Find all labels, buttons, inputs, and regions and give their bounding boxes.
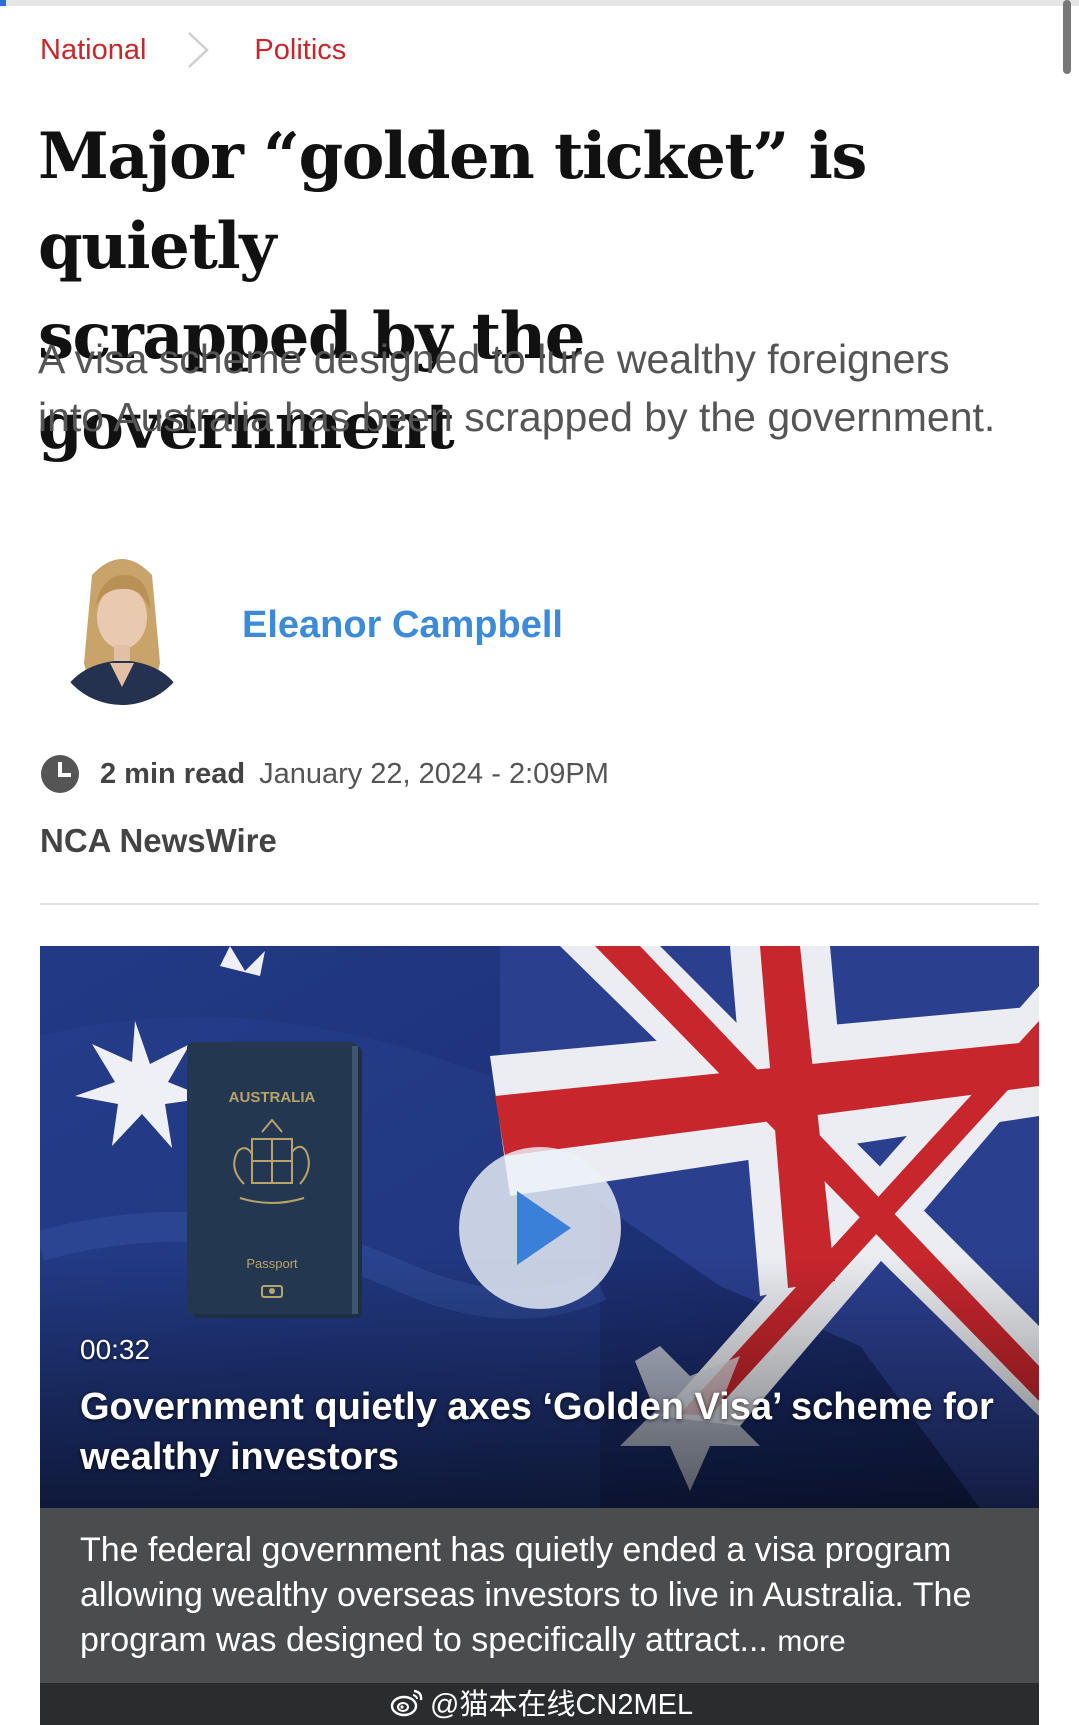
watermark-text: @猫本在线CN2MEL xyxy=(430,1689,694,1721)
reading-progress-fill xyxy=(0,0,6,6)
video-duration: 00:32 xyxy=(80,1334,151,1365)
article-source: NCA NewsWire xyxy=(40,822,277,859)
clock-icon xyxy=(40,754,80,794)
play-button[interactable] xyxy=(459,1147,621,1309)
chevron-right-icon xyxy=(168,30,228,70)
breadcrumb-national[interactable]: National xyxy=(40,34,146,67)
video-caption-text: The federal government has quietly ended… xyxy=(80,1528,1010,1664)
breadcrumb: National Politics xyxy=(40,30,346,70)
article-meta: 2 min read January 22, 2024 - 2:09PM xyxy=(40,752,609,796)
article-standfirst: A visa scheme designed to lure wealthy f… xyxy=(38,336,996,440)
video-player[interactable]: AUSTRALIA Passport 00:32 Government quie… xyxy=(40,946,1039,1508)
play-icon xyxy=(517,1191,571,1265)
weibo-icon xyxy=(390,1689,423,1717)
headline-line-1: Major “golden ticket” is quietly xyxy=(38,119,867,284)
publish-date: January 22, 2024 - 2:09PM xyxy=(259,757,609,790)
svg-text:AUSTRALIA: AUSTRALIA xyxy=(229,1089,316,1106)
video-title[interactable]: Government quietly axes ‘Golden Visa’ sc… xyxy=(80,1382,1010,1482)
breadcrumb-politics[interactable]: Politics xyxy=(254,34,346,67)
divider xyxy=(40,903,1039,905)
more-link[interactable]: more xyxy=(777,1625,845,1658)
author-name-link[interactable]: Eleanor Campbell xyxy=(242,604,563,647)
svg-text:Passport: Passport xyxy=(246,1256,298,1271)
watermark: @猫本在线CN2MEL xyxy=(390,1683,693,1721)
read-time: 2 min read xyxy=(100,757,246,790)
reading-progress-bar xyxy=(0,0,1079,6)
author-avatar[interactable] xyxy=(52,545,192,705)
scrollbar-thumb[interactable] xyxy=(1063,0,1071,74)
